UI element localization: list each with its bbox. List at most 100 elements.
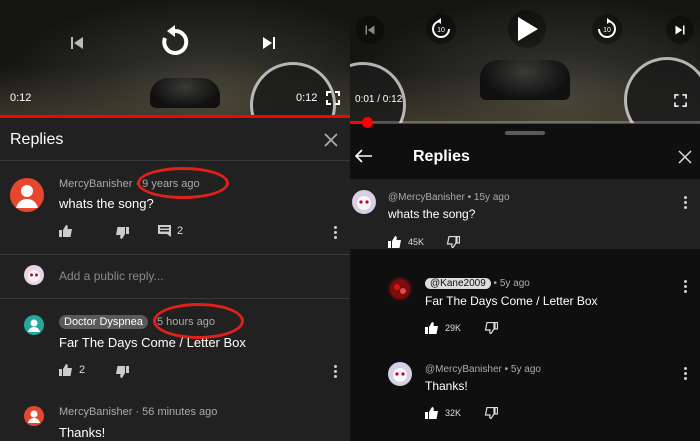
- divider: [0, 298, 350, 299]
- comment-time: 5y ago: [499, 278, 530, 289]
- like-button[interactable]: 32K: [425, 407, 461, 419]
- avatar[interactable]: [388, 362, 412, 386]
- user-avatar: [24, 265, 44, 285]
- time-display: 0:01 / 0:12: [355, 94, 403, 105]
- video-frame-car: [150, 78, 220, 108]
- next-icon[interactable]: [258, 32, 280, 54]
- current-time: 0:12: [10, 92, 32, 104]
- comment-author-line: @MercyBanisher • 5y ago: [425, 364, 541, 375]
- separator: •: [504, 364, 509, 375]
- more-options-icon[interactable]: [334, 226, 337, 239]
- divider: [0, 254, 350, 255]
- like-button[interactable]: 2: [59, 364, 85, 376]
- comment-text: whats the song?: [59, 196, 154, 211]
- comment-author[interactable]: MercyBanisher: [59, 406, 132, 418]
- dislike-button[interactable]: [446, 236, 460, 248]
- video-frame-gauge: [624, 57, 700, 123]
- comment-text: whats the song?: [388, 207, 476, 221]
- video-frame-gauge: [350, 62, 406, 123]
- avatar[interactable]: [24, 406, 44, 426]
- play-icon[interactable]: [508, 10, 546, 48]
- avatar[interactable]: [352, 190, 376, 214]
- back-arrow-icon[interactable]: [354, 146, 374, 166]
- replay-icon[interactable]: [155, 22, 195, 62]
- progress-track: [350, 121, 700, 124]
- comment-time: 56 minutes ago: [142, 406, 218, 418]
- comment-text: Far The Days Come / Letter Box: [425, 294, 598, 308]
- like-count: 45K: [408, 237, 425, 247]
- svg-text:10: 10: [603, 27, 611, 34]
- separator: •: [467, 192, 472, 203]
- previous-icon[interactable]: [66, 32, 88, 54]
- avatar[interactable]: [388, 277, 412, 301]
- comment-author[interactable]: @MercyBanisher: [388, 192, 465, 203]
- like-count: 32K: [445, 408, 462, 418]
- separator: ·: [135, 406, 140, 418]
- dislike-button[interactable]: [484, 322, 498, 334]
- like-button[interactable]: [59, 225, 73, 237]
- like-count: 29K: [445, 323, 462, 333]
- rewind-10-icon[interactable]: 10: [426, 14, 456, 44]
- thumbs-down-icon: [115, 227, 129, 239]
- thumbs-up-icon: [59, 364, 73, 376]
- comment-author[interactable]: MercyBanisher: [59, 178, 132, 190]
- progress-bar[interactable]: [0, 115, 350, 118]
- comment-text: Thanks!: [425, 379, 468, 393]
- thumbs-down-icon: [484, 407, 498, 419]
- dislike-button[interactable]: [115, 366, 129, 378]
- left-panel: 0:12 0:12 Replies MercyBanisher · 9 year…: [0, 0, 350, 441]
- thumbs-up-icon: [425, 407, 439, 419]
- close-icon[interactable]: [322, 131, 340, 149]
- separator: •: [493, 278, 498, 289]
- more-options-icon[interactable]: [684, 367, 687, 380]
- duration-label: 0:12: [296, 92, 318, 104]
- like-count: 2: [79, 364, 86, 376]
- replies-title: Replies: [413, 148, 470, 165]
- comment-author-line: @Kane2009 • 5y ago: [425, 278, 530, 289]
- right-panel: 10 10 0:01 / 0:12 Replies @MercyBanisher…: [350, 0, 700, 441]
- avatar[interactable]: [24, 315, 44, 335]
- like-button[interactable]: 45K: [388, 236, 424, 248]
- comment-time: 5y ago: [510, 364, 541, 375]
- thumbs-up-icon: [388, 236, 402, 248]
- comment-author[interactable]: @MercyBanisher: [425, 364, 502, 375]
- comment-text: Thanks!: [59, 425, 106, 440]
- more-options-icon[interactable]: [334, 365, 337, 378]
- fullscreen-icon[interactable]: [672, 92, 688, 108]
- comment-time: 15y ago: [473, 192, 510, 203]
- svg-text:10: 10: [437, 27, 445, 34]
- more-options-icon[interactable]: [684, 196, 687, 209]
- avatar[interactable]: [10, 178, 44, 212]
- comment-author[interactable]: Doctor Dyspnea: [59, 315, 148, 329]
- dislike-button[interactable]: [484, 407, 498, 419]
- divider: [0, 160, 350, 161]
- like-button[interactable]: 29K: [425, 322, 461, 334]
- reply-count: 2: [177, 225, 184, 237]
- previous-icon[interactable]: [356, 16, 384, 44]
- video-player[interactable]: 0:12 0:12: [0, 0, 350, 118]
- reply-input[interactable]: Add a public reply...: [59, 269, 164, 283]
- annotation-circle: [153, 303, 244, 339]
- video-frame-car: [480, 60, 570, 100]
- more-options-icon[interactable]: [684, 280, 687, 293]
- comment-text: Far The Days Come / Letter Box: [59, 335, 246, 350]
- dislike-button[interactable]: [115, 227, 129, 239]
- thumbs-up-icon: [59, 225, 73, 237]
- annotation-circle: [137, 167, 229, 199]
- thumbs-down-icon: [446, 236, 460, 248]
- next-icon[interactable]: [666, 16, 694, 44]
- comment-author-line: MercyBanisher · 56 minutes ago: [59, 406, 217, 418]
- scrubber-handle[interactable]: [362, 117, 373, 128]
- reply-count-button[interactable]: 2: [158, 225, 183, 237]
- forward-10-icon[interactable]: 10: [592, 14, 622, 44]
- replies-title: Replies: [10, 131, 64, 148]
- comment-author[interactable]: @Kane2009: [425, 278, 491, 289]
- video-player[interactable]: 10 10 0:01 / 0:12: [350, 0, 700, 123]
- thumbs-down-icon: [484, 322, 498, 334]
- thumbs-down-icon: [115, 366, 129, 378]
- drag-handle[interactable]: [505, 131, 545, 135]
- close-icon[interactable]: [676, 148, 694, 166]
- comment-author-line: @MercyBanisher • 15y ago: [388, 192, 510, 203]
- fullscreen-icon[interactable]: [325, 90, 341, 106]
- comment-icon: [158, 225, 171, 237]
